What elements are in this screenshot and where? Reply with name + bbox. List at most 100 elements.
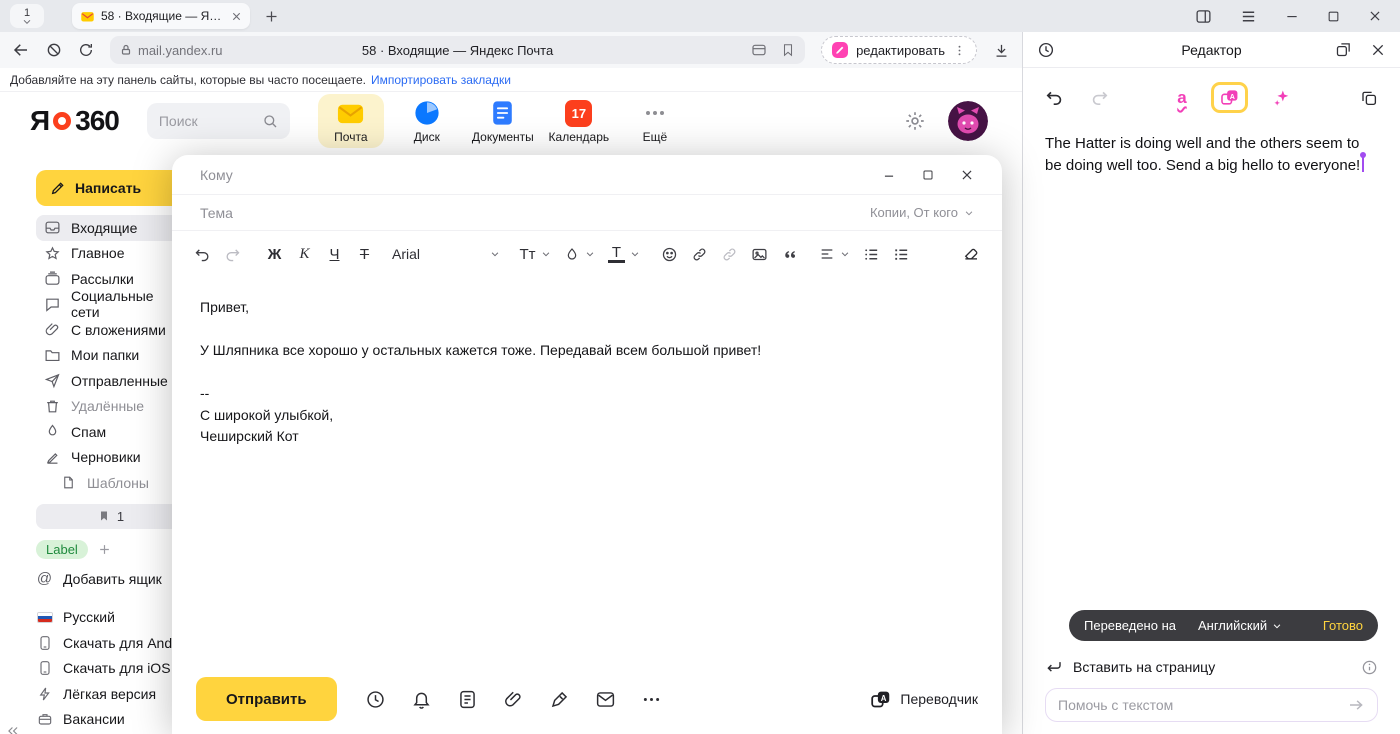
folder-templates[interactable]: Шаблоны	[36, 470, 186, 496]
compose-button[interactable]: Написать	[36, 170, 186, 206]
translate-icon: А	[870, 689, 891, 710]
save-card-icon[interactable]	[751, 42, 767, 58]
bookmarked-filter[interactable]: 1	[36, 504, 186, 529]
collapse-sidebar-icon[interactable]	[6, 724, 20, 734]
editor-text-area[interactable]: The Hatter is doing well and the others …	[1023, 113, 1400, 197]
folder-attachments[interactable]: С вложениями	[36, 317, 186, 343]
emoji-icon[interactable]	[661, 246, 678, 263]
link-icon[interactable]	[691, 246, 708, 263]
undo-icon[interactable]	[194, 246, 211, 263]
spellcheck-button[interactable]: a	[1177, 89, 1186, 106]
service-calendar[interactable]: 17 Календарь	[546, 94, 612, 148]
image-icon[interactable]	[751, 246, 768, 263]
browser-protect-icon[interactable]	[46, 42, 62, 58]
ai-prompt-input[interactable]	[1058, 697, 1339, 713]
quote-icon[interactable]	[781, 246, 798, 263]
tab-close-icon[interactable]	[231, 11, 242, 22]
compose-minimize-icon[interactable]	[882, 168, 896, 182]
service-more[interactable]: Ещё	[622, 94, 688, 148]
folder-sent[interactable]: Отправленные	[36, 368, 186, 394]
more-options-icon[interactable]	[641, 689, 662, 710]
underline-button[interactable]: Ч	[326, 246, 343, 263]
download-icon[interactable]	[993, 42, 1010, 59]
ai-prompt-box[interactable]	[1045, 688, 1378, 722]
open-in-window-icon[interactable]	[1335, 41, 1352, 58]
redo-icon[interactable]	[224, 246, 241, 263]
body-line	[200, 362, 974, 384]
yandex-360-logo[interactable]: Я 360	[30, 105, 119, 137]
search-input[interactable]	[159, 113, 254, 129]
language-select[interactable]: Английский	[1198, 618, 1282, 633]
schedule-send-icon[interactable]	[365, 689, 386, 710]
numbered-list-icon[interactable]	[893, 246, 910, 263]
compose-subject-row[interactable]: Тема Копии, От кого	[172, 195, 1002, 231]
minimize-icon[interactable]	[1285, 9, 1299, 23]
service-mail[interactable]: Почта	[318, 94, 384, 148]
italic-button[interactable]: К	[296, 246, 313, 263]
done-button[interactable]: Готово	[1323, 618, 1363, 633]
highlight-color-select[interactable]	[564, 246, 595, 262]
bold-button[interactable]: Ж	[266, 246, 283, 263]
editor-undo-icon[interactable]	[1045, 88, 1064, 107]
clear-format-icon[interactable]	[962, 245, 980, 263]
align-select[interactable]	[819, 246, 850, 262]
add-label-icon[interactable]	[98, 543, 111, 556]
folder-social[interactable]: Социальные сети	[36, 292, 186, 318]
new-tab-button[interactable]	[264, 9, 279, 24]
folder-drafts[interactable]: Черновики	[36, 445, 186, 471]
sparkles-icon[interactable]	[1272, 88, 1292, 108]
translate-highlight-box[interactable]: А	[1211, 82, 1248, 113]
insert-label[interactable]: Вставить на страницу	[1073, 659, 1215, 675]
text-color-select[interactable]: Т	[608, 245, 640, 263]
label-chip[interactable]: Label	[36, 540, 88, 559]
template-icon[interactable]	[457, 689, 478, 710]
panel-close-icon[interactable]	[1370, 42, 1386, 58]
edit-extension-button[interactable]: редактировать	[821, 36, 977, 64]
envelope-icon[interactable]	[595, 689, 616, 710]
copy-icon[interactable]	[1360, 89, 1378, 107]
folder-main[interactable]: Главное	[36, 241, 186, 267]
kebab-menu-icon[interactable]	[953, 44, 966, 57]
history-clock-icon[interactable]	[1037, 41, 1055, 59]
reminder-bell-icon[interactable]	[411, 689, 432, 710]
compose-expand-icon[interactable]	[922, 169, 934, 181]
reload-icon[interactable]	[78, 42, 94, 58]
compose-close-icon[interactable]	[960, 168, 974, 182]
tab-list-button[interactable]: 1	[10, 4, 44, 28]
menu-icon[interactable]	[1240, 8, 1257, 25]
submit-arrow-icon[interactable]	[1347, 696, 1365, 714]
attach-file-icon[interactable]	[503, 689, 524, 710]
bookmark-flag-icon[interactable]	[781, 43, 795, 57]
folder-trash[interactable]: Удалённые	[36, 394, 186, 420]
search-box[interactable]	[147, 103, 290, 139]
maximize-icon[interactable]	[1327, 10, 1340, 23]
avatar[interactable]	[948, 101, 988, 141]
compose-body[interactable]: Привет, У Шляпника все хорошо у остальны…	[172, 277, 1002, 664]
gear-icon[interactable]	[904, 110, 926, 132]
strikethrough-button[interactable]: Т	[356, 246, 373, 263]
folder-spam[interactable]: Спам	[36, 419, 186, 445]
svg-text:А: А	[1229, 93, 1234, 101]
insert-return-icon[interactable]	[1045, 658, 1063, 676]
info-icon[interactable]	[1361, 659, 1378, 676]
bullet-list-icon[interactable]	[863, 246, 880, 263]
font-size-select[interactable]: Тт	[519, 246, 551, 263]
service-docs[interactable]: Документы	[470, 94, 536, 148]
compose-to-row[interactable]: Кому	[172, 155, 1002, 195]
import-bookmarks-link[interactable]: Импортировать закладки	[371, 73, 511, 87]
back-icon[interactable]	[12, 41, 30, 59]
send-button[interactable]: Отправить	[196, 677, 337, 721]
folder-my-folders[interactable]: Мои папки	[36, 343, 186, 369]
active-tab[interactable]: 58 · Входящие — Яндекс Почта	[72, 3, 250, 29]
translator-button[interactable]: А Переводчик	[870, 689, 978, 710]
folder-inbox[interactable]: Входящие	[36, 215, 186, 241]
font-family-select[interactable]: Arial	[392, 246, 500, 262]
service-disk[interactable]: Диск	[394, 94, 460, 148]
signature-pen-icon[interactable]	[549, 689, 570, 710]
side-panel-icon[interactable]	[1195, 8, 1212, 25]
close-icon[interactable]	[1368, 9, 1382, 23]
editor-redo-icon[interactable]	[1090, 88, 1109, 107]
unlink-icon[interactable]	[721, 246, 738, 263]
cc-from-toggle[interactable]: Копии, От кого	[870, 205, 974, 220]
address-bar[interactable]: mail.yandex.ru 58 · Входящие — Яндекс По…	[110, 36, 805, 64]
